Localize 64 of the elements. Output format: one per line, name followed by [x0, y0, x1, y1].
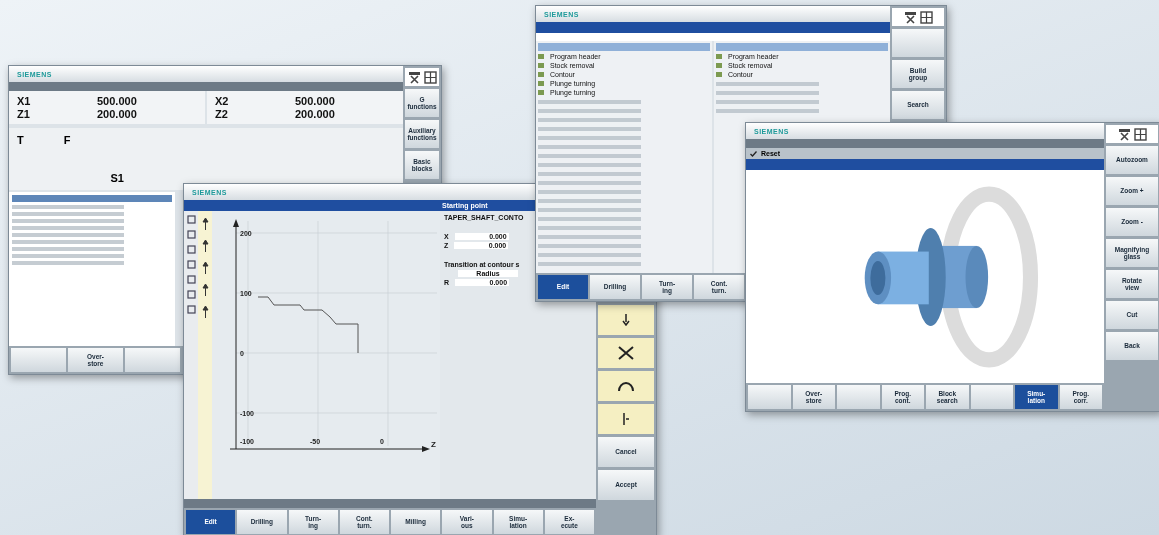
list-row[interactable] — [538, 180, 642, 185]
axis-position: 200.000 — [295, 108, 335, 120]
check-icon — [750, 150, 757, 157]
tool-label: T — [17, 134, 24, 148]
axis-label: Z — [431, 440, 436, 449]
list-row[interactable] — [538, 99, 642, 104]
axis-name: X1 — [17, 95, 32, 107]
list-row[interactable] — [538, 261, 642, 266]
arrow-up-icon[interactable] — [201, 283, 209, 297]
list-row[interactable] — [538, 252, 642, 257]
axis-name: Z1 — [17, 108, 31, 120]
list-row[interactable] — [538, 135, 642, 140]
list-row[interactable] — [716, 108, 820, 113]
filter-field[interactable] — [536, 33, 890, 41]
arrow-down-icon — [622, 314, 630, 326]
softkey[interactable] — [598, 338, 654, 368]
list-row[interactable] — [716, 90, 820, 95]
list-row[interactable] — [538, 189, 642, 194]
list-row[interactable] — [538, 126, 642, 131]
list-row[interactable] — [538, 171, 642, 176]
list-row[interactable] — [12, 240, 124, 244]
list-row[interactable] — [538, 117, 642, 122]
list-row[interactable] — [12, 219, 124, 223]
empty-softkey[interactable] — [892, 29, 944, 57]
grid-icon[interactable] — [1133, 127, 1147, 141]
list-row[interactable] — [12, 233, 124, 237]
spindle-label: S1 — [110, 172, 124, 184]
line-icon — [622, 412, 630, 426]
machine-icon[interactable] — [903, 10, 917, 24]
grid-icon[interactable] — [423, 70, 437, 84]
axis-position: 200.000 — [97, 108, 137, 120]
list-row[interactable] — [538, 144, 642, 149]
list-row[interactable] — [12, 254, 124, 258]
list-row[interactable] — [538, 153, 642, 158]
arrow-up-icon[interactable] — [201, 239, 209, 253]
list-row[interactable] — [12, 261, 124, 265]
list-row[interactable] — [716, 99, 820, 104]
list-row[interactable] — [716, 81, 820, 86]
list-row[interactable] — [538, 198, 642, 203]
grid-icon[interactable] — [919, 10, 933, 24]
softkey[interactable] — [598, 371, 654, 401]
cross-icon — [617, 345, 635, 361]
list-row[interactable] — [538, 243, 642, 248]
arrow-up-icon[interactable] — [201, 305, 209, 319]
list-row[interactable] — [12, 226, 124, 230]
list-row[interactable] — [12, 212, 124, 216]
list-row[interactable] — [12, 205, 124, 209]
axis-position: 500.000 — [295, 95, 335, 107]
list-row[interactable] — [538, 207, 642, 212]
arrow-up-icon[interactable] — [201, 261, 209, 275]
list-row[interactable] — [538, 108, 642, 113]
arrow-up-icon[interactable] — [201, 217, 209, 231]
list-row[interactable] — [12, 247, 124, 251]
axis-position: 500.000 — [97, 95, 137, 107]
list-row[interactable] — [538, 216, 642, 221]
feed-label: F — [63, 134, 71, 148]
machine-icon[interactable] — [1117, 127, 1131, 141]
axis-name: Z2 — [215, 108, 229, 120]
arc-icon — [617, 380, 635, 392]
list-row[interactable] — [538, 162, 642, 167]
machine-icon[interactable] — [407, 70, 421, 84]
list-row[interactable] — [538, 234, 642, 239]
list-row[interactable] — [538, 225, 642, 230]
axis-name: X2 — [215, 95, 230, 107]
